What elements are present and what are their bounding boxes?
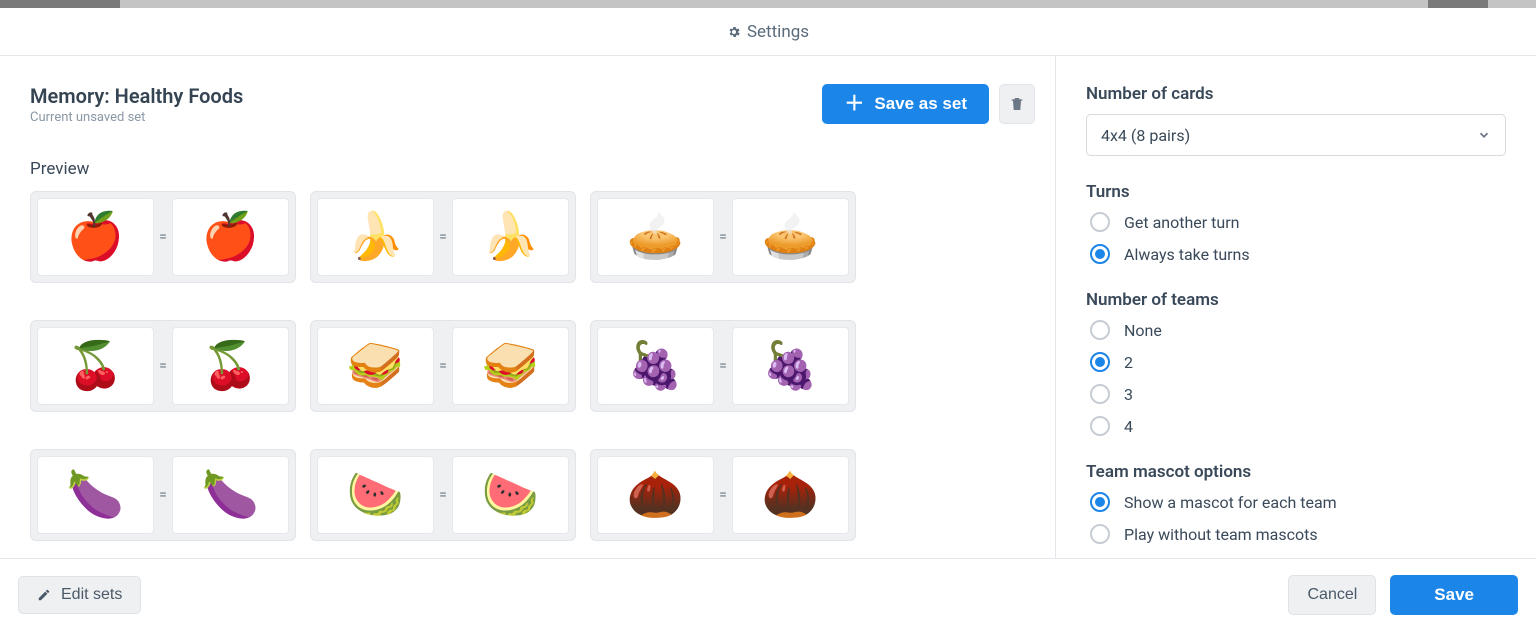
radio-icon <box>1090 212 1110 232</box>
preview-grid[interactable]: 🍎=🍎🍌=🍌🥧=🥧🍒=🍒🥪=🥪🍇=🍇🍆=🍆🍉=🍉🌰=🌰 <box>30 191 1035 558</box>
equals-icon: = <box>154 229 172 245</box>
save-button[interactable]: Save <box>1390 575 1518 615</box>
pair-red-currants[interactable]: 🍒=🍒 <box>30 320 296 412</box>
cancel-label: Cancel <box>1307 586 1357 604</box>
set-title: Memory: Healthy Foods <box>30 84 243 108</box>
mascot-option-1[interactable]: Play without team mascots <box>1090 524 1506 544</box>
save-as-set-button[interactable]: ＋ Save as set <box>822 84 989 124</box>
mascot-radio-group: Show a mascot for each team Play without … <box>1086 492 1506 544</box>
radio-label: Always take turns <box>1124 245 1250 264</box>
teams-radio-group: None 2 3 4 <box>1086 320 1506 436</box>
preview-heading: Preview <box>30 159 1035 179</box>
equals-icon: = <box>434 358 452 374</box>
equals-icon: = <box>434 487 452 503</box>
radio-icon <box>1090 492 1110 512</box>
radio-label: Show a mascot for each team <box>1124 493 1337 512</box>
card-right: 🍎 <box>172 198 289 276</box>
equals-icon: = <box>154 358 172 374</box>
radio-label: 2 <box>1124 353 1133 372</box>
card-left: 🍒 <box>37 327 154 405</box>
edit-sets-button[interactable]: Edit sets <box>18 576 141 614</box>
card-right: 🍒 <box>172 327 289 405</box>
num-cards-value: 4x4 (8 pairs) <box>1101 126 1190 145</box>
settings-label: Settings <box>747 22 809 42</box>
equals-icon: = <box>434 229 452 245</box>
pair-sandwich[interactable]: 🥪=🥪 <box>310 320 576 412</box>
card-left: 🥪 <box>317 327 434 405</box>
card-right: 🍉 <box>452 456 569 534</box>
radio-label: 3 <box>1124 385 1133 404</box>
gear-icon <box>727 25 741 39</box>
radio-icon <box>1090 416 1110 436</box>
cancel-button[interactable]: Cancel <box>1288 575 1376 615</box>
num-cards-select[interactable]: 4x4 (8 pairs) <box>1086 114 1506 156</box>
card-left: 🌰 <box>597 456 714 534</box>
card-right: 🍆 <box>172 456 289 534</box>
card-left: 🥧 <box>597 198 714 276</box>
mascot-label: Team mascot options <box>1086 462 1506 482</box>
delete-set-button[interactable] <box>999 84 1035 124</box>
trash-icon <box>1009 96 1025 112</box>
save-as-set-label: Save as set <box>874 94 967 114</box>
radio-icon <box>1090 384 1110 404</box>
equals-icon: = <box>714 487 732 503</box>
num-cards-label: Number of cards <box>1086 84 1506 104</box>
card-left: 🍎 <box>37 198 154 276</box>
card-right: 🍌 <box>452 198 569 276</box>
pair-strawberry-tart[interactable]: 🥧=🥧 <box>590 191 856 283</box>
save-label: Save <box>1434 585 1474 604</box>
card-right: 🥪 <box>452 327 569 405</box>
chevron-down-icon <box>1477 128 1491 142</box>
pair-banana[interactable]: 🍌=🍌 <box>310 191 576 283</box>
card-left: 🍆 <box>37 456 154 534</box>
pencil-icon <box>37 588 51 602</box>
card-left: 🍇 <box>597 327 714 405</box>
pair-nuts[interactable]: 🌰=🌰 <box>590 449 856 541</box>
teams-label: Number of teams <box>1086 290 1506 310</box>
pair-eggplant[interactable]: 🍆=🍆 <box>30 449 296 541</box>
radio-label: None <box>1124 321 1162 340</box>
card-left: 🍉 <box>317 456 434 534</box>
card-right: 🍇 <box>732 327 849 405</box>
teams-option-0[interactable]: None <box>1090 320 1506 340</box>
teams-option-2[interactable]: 3 <box>1090 384 1506 404</box>
radio-icon <box>1090 524 1110 544</box>
equals-icon: = <box>714 229 732 245</box>
radio-label: Get another turn <box>1124 213 1239 232</box>
pair-watermelon[interactable]: 🍉=🍉 <box>310 449 576 541</box>
radio-icon <box>1090 244 1110 264</box>
edit-sets-label: Edit sets <box>61 586 122 604</box>
radio-icon <box>1090 352 1110 372</box>
turns-option-1[interactable]: Always take turns <box>1090 244 1506 264</box>
card-left: 🍌 <box>317 198 434 276</box>
equals-icon: = <box>154 487 172 503</box>
turns-option-0[interactable]: Get another turn <box>1090 212 1506 232</box>
turns-radio-group: Get another turn Always take turns <box>1086 212 1506 264</box>
window-top-strip <box>0 0 1536 8</box>
card-right: 🌰 <box>732 456 849 534</box>
pair-grapes[interactable]: 🍇=🍇 <box>590 320 856 412</box>
card-right: 🥧 <box>732 198 849 276</box>
mascot-option-0[interactable]: Show a mascot for each team <box>1090 492 1506 512</box>
radio-label: 4 <box>1124 417 1133 436</box>
settings-tab[interactable]: Settings <box>0 8 1536 56</box>
turns-label: Turns <box>1086 182 1506 202</box>
radio-label: Play without team mascots <box>1124 525 1318 544</box>
radio-icon <box>1090 320 1110 340</box>
pair-apple[interactable]: 🍎=🍎 <box>30 191 296 283</box>
set-subtitle: Current unsaved set <box>30 110 243 125</box>
equals-icon: = <box>714 358 732 374</box>
teams-option-3[interactable]: 4 <box>1090 416 1506 436</box>
teams-option-1[interactable]: 2 <box>1090 352 1506 372</box>
